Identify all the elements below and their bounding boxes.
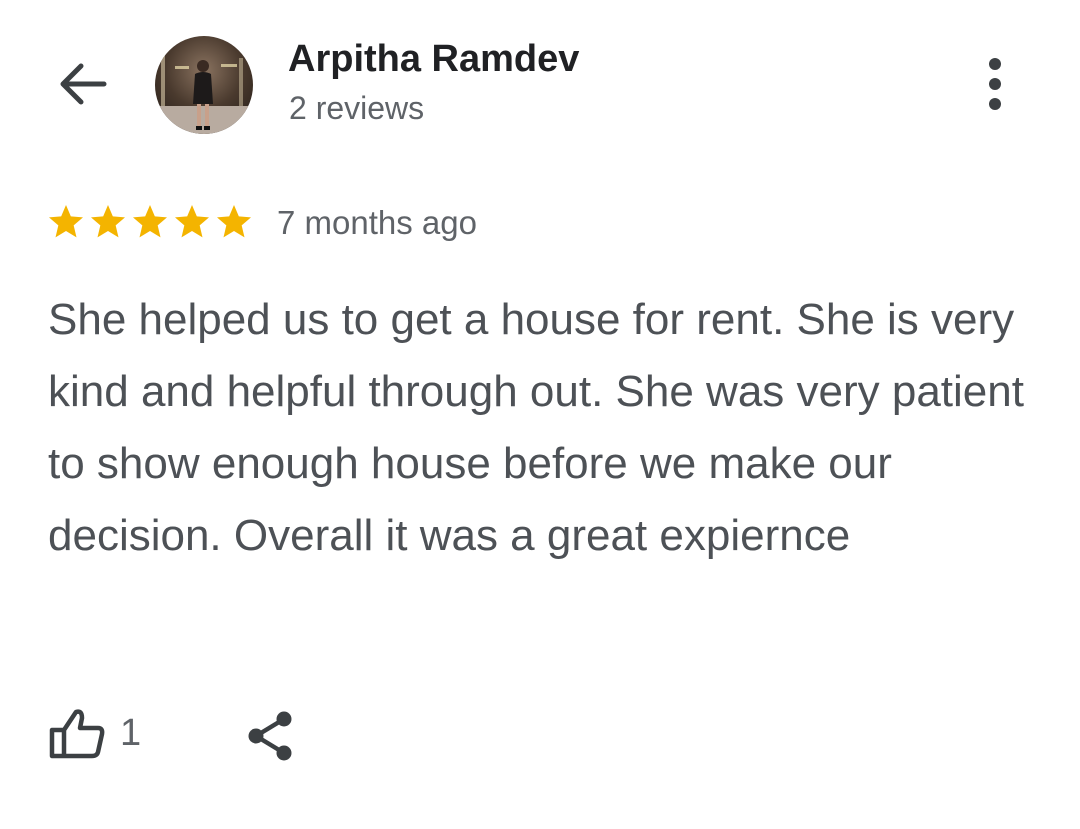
avatar[interactable] [155, 36, 253, 134]
arrow-left-icon [60, 63, 107, 105]
like-button[interactable]: 1 [48, 700, 141, 766]
more-vertical-icon [989, 58, 1001, 110]
star-icon [49, 205, 83, 238]
star-icon [133, 205, 167, 238]
more-options-button[interactable] [970, 52, 1020, 116]
back-button[interactable] [52, 56, 112, 112]
review-text: She helped us to get a house for rent. S… [48, 295, 1024, 560]
reviewer-name[interactable]: Arpitha Ramdev [288, 38, 579, 81]
avatar-photo [155, 36, 253, 134]
star-icon [175, 205, 209, 238]
review-count: 2 reviews [289, 90, 425, 126]
star-icon [91, 205, 125, 238]
star-rating [46, 202, 254, 242]
share-icon [248, 711, 292, 761]
thumbs-up-icon [49, 709, 105, 759]
star-icon [217, 205, 251, 238]
review-date: 7 months ago [277, 204, 477, 241]
share-button[interactable] [238, 704, 302, 768]
like-count: 1 [120, 711, 142, 754]
